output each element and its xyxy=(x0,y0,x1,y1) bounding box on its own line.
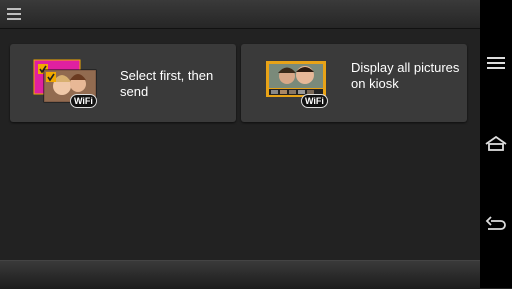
bottom-bar xyxy=(0,260,480,289)
hamburger-menu-icon[interactable] xyxy=(7,8,21,20)
system-navigation-bar xyxy=(480,0,512,288)
select-first-then-send-option[interactable]: WiFi Select first, then send xyxy=(10,44,236,122)
top-action-bar xyxy=(0,0,480,29)
back-icon[interactable] xyxy=(484,214,508,236)
option-label: Display all pictures on kiosk xyxy=(351,60,460,91)
wifi-badge: WiFi xyxy=(70,94,97,108)
display-all-pictures-on-kiosk-option[interactable]: WiFi Display all pictures on kiosk xyxy=(241,44,467,122)
option-label: Select first, then send xyxy=(120,68,214,99)
home-icon[interactable] xyxy=(484,133,508,155)
recent-apps-icon[interactable] xyxy=(484,52,508,74)
wifi-badge: WiFi xyxy=(301,94,328,108)
